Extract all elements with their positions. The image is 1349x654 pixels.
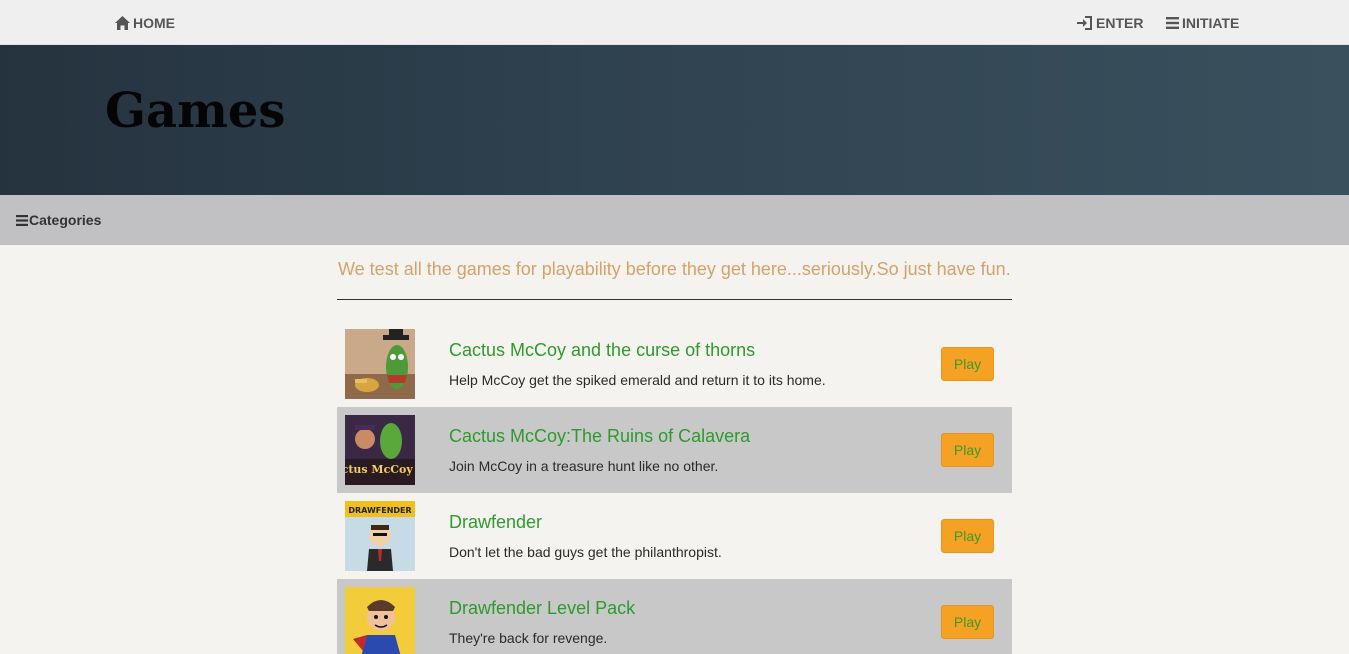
- thumbnail-caption: DRAWFENDER: [348, 506, 411, 515]
- game-thumbnail[interactable]: [345, 329, 415, 399]
- game-title-link[interactable]: Cactus McCoy and the curse of thorns: [449, 340, 755, 361]
- game-title-link[interactable]: Drawfender Level Pack: [449, 598, 635, 619]
- game-title-link[interactable]: Drawfender: [449, 512, 542, 533]
- nav-enter-link[interactable]: ENTER: [1077, 0, 1143, 45]
- nav-initiate-link[interactable]: INITIATE: [1166, 0, 1239, 45]
- sign-in-icon: [1077, 15, 1092, 30]
- game-description: Don't let the bad guys get the philanthr…: [449, 544, 722, 560]
- play-button[interactable]: Play: [941, 519, 994, 553]
- page-title: Games: [105, 83, 286, 139]
- hero-banner: Games: [0, 45, 1349, 195]
- categories-toggle[interactable]: Categories: [16, 195, 101, 245]
- nav-home-label: HOME: [133, 14, 175, 31]
- game-description: Help McCoy get the spiked emerald and re…: [449, 372, 826, 388]
- play-button[interactable]: Play: [941, 347, 994, 381]
- game-row: Cactus McCoy and the curse of thorns Hel…: [337, 321, 1012, 407]
- game-row: Cactus McCoy 2 Cactus McCoy:The Ruins of…: [337, 407, 1012, 493]
- menu-icon: [1166, 16, 1179, 29]
- nav-home-link[interactable]: HOME: [115, 0, 175, 45]
- top-navbar: HOME ENTER INITIATE: [0, 0, 1349, 45]
- play-button[interactable]: Play: [941, 605, 994, 639]
- game-row: DRAWFENDER Drawfender Don't let the bad …: [337, 493, 1012, 579]
- play-button[interactable]: Play: [941, 433, 994, 467]
- categories-bar: Categories: [0, 195, 1349, 245]
- game-description: They're back for revenge.: [449, 630, 608, 646]
- home-icon: [115, 15, 130, 30]
- menu-icon: [16, 214, 28, 226]
- thumbnail-caption: Cactus McCoy 2: [345, 463, 415, 476]
- nav-initiate-label: INITIATE: [1182, 14, 1240, 31]
- game-thumbnail[interactable]: DRAWFENDER: [345, 501, 415, 571]
- divider: [337, 299, 1012, 300]
- game-title-link[interactable]: Cactus McCoy:The Ruins of Calavera: [449, 426, 750, 447]
- categories-label: Categories: [29, 212, 102, 228]
- nav-enter-label: ENTER: [1096, 14, 1144, 31]
- game-thumbnail[interactable]: Cactus McCoy 2: [345, 415, 415, 485]
- tagline: We test all the games for playability be…: [338, 259, 1011, 279]
- game-description: Join McCoy in a treasure hunt like no ot…: [449, 458, 719, 474]
- game-thumbnail[interactable]: [345, 587, 415, 654]
- game-row: Drawfender Level Pack They're back for r…: [337, 579, 1012, 654]
- game-list: Cactus McCoy and the curse of thorns Hel…: [337, 321, 1012, 654]
